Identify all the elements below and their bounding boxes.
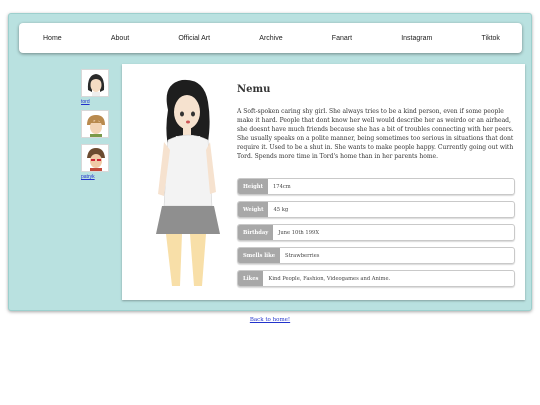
stat-value: Strawberries — [285, 252, 320, 259]
profile-card: Nemu A Soft-spoken caring shy girl. She … — [122, 64, 525, 300]
nav-archive[interactable]: Archive — [259, 35, 282, 42]
nav-fanart[interactable]: Fanart — [332, 35, 352, 42]
back-link-container: Back to home! — [0, 317, 540, 323]
stat-key: Likes — [238, 271, 264, 286]
character-link-patryk[interactable]: patryk — [81, 174, 111, 180]
top-nav: Home About Official Art Archive Fanart I… — [19, 23, 522, 53]
character-thumb-patryk[interactable] — [81, 144, 109, 172]
stat-key: Birthday — [238, 225, 274, 240]
nav-about[interactable]: About — [111, 35, 129, 42]
stat-row-likes: Likes Kind People, Fashion, Videogames a… — [237, 270, 515, 287]
stat-value: June 10th 199X — [278, 229, 320, 236]
nav-tiktok[interactable]: Tiktok — [482, 35, 500, 42]
nav-official-art[interactable]: Official Art — [178, 35, 210, 42]
stat-key: Height — [238, 179, 268, 194]
stat-value: 45 kg — [273, 206, 289, 213]
stats-list: Height 174cm Weight 45 kg Birthday June … — [237, 178, 515, 293]
stat-key: Smells like — [238, 248, 281, 263]
character-thumb-nemu[interactable] — [81, 69, 109, 97]
character-description: A Soft-spoken caring shy girl. She alway… — [237, 108, 514, 160]
stat-row-birthday: Birthday June 10th 199X — [237, 224, 515, 241]
stat-value: 174cm — [272, 183, 291, 190]
character-sidebar: tord patryk — [81, 69, 111, 185]
character-thumb-2[interactable] — [81, 110, 109, 138]
nav-home[interactable]: Home — [43, 35, 62, 42]
stat-key: Weight — [238, 202, 269, 217]
stat-value: Kind People, Fashion, Videogames and Ani… — [268, 275, 391, 282]
nav-instagram[interactable]: Instagram — [401, 35, 432, 42]
stat-row-height: Height 174cm — [237, 178, 515, 195]
character-name: Nemu — [237, 84, 271, 95]
character-link-tord[interactable]: tord — [81, 99, 111, 105]
page-frame: Home About Official Art Archive Fanart I… — [8, 13, 532, 311]
stat-row-weight: Weight 45 kg — [237, 201, 515, 218]
stat-row-smells-like: Smells like Strawberries — [237, 247, 515, 264]
character-illustration — [154, 74, 224, 294]
back-to-home-link[interactable]: Back to home! — [250, 317, 290, 323]
